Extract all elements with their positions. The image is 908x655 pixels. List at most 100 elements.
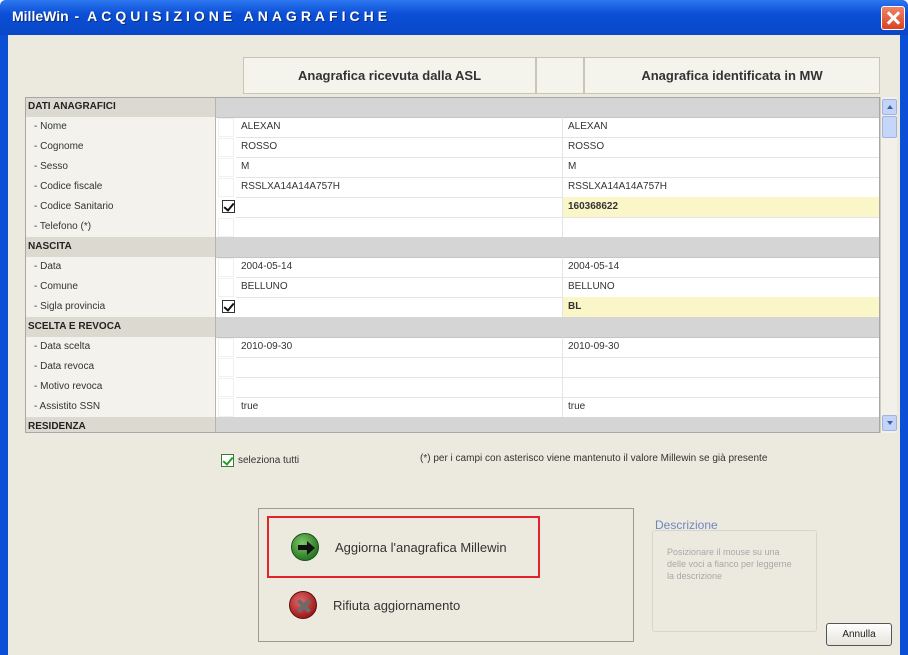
field-label: - Sesso	[26, 157, 216, 178]
field-label: - Motivo revoca	[26, 377, 216, 398]
refuse-label: Rifiuta aggiornamento	[333, 597, 461, 613]
table-row: - Codice fiscale RSSLXA14A14A757H RSSLXA14…	[26, 177, 879, 198]
field-label: - Comune	[26, 277, 216, 298]
mw-value	[563, 217, 879, 238]
mw-value: true	[563, 397, 879, 418]
row-checkbox[interactable]	[218, 158, 234, 177]
field-label: - Data revoca	[26, 357, 216, 378]
asl-value	[236, 377, 563, 398]
mw-value: BELLUNO	[563, 277, 879, 298]
row-checkbox[interactable]	[218, 178, 234, 197]
asl-value: M	[236, 157, 563, 178]
grid-scrollbar[interactable]	[880, 97, 897, 433]
row-checkbox[interactable]	[218, 358, 234, 377]
section-band	[216, 237, 879, 258]
mw-value: ROSSO	[563, 137, 879, 158]
asl-value: 2010-09-30	[236, 337, 563, 358]
table-row: - Sesso M M	[26, 157, 879, 178]
row-checkbox[interactable]	[218, 118, 234, 137]
table-row: - Telefono (*)	[26, 217, 879, 238]
scroll-thumb[interactable]	[882, 116, 897, 138]
header-mw: Anagrafica identificata in MW	[584, 57, 880, 94]
field-label: - Cognome	[26, 137, 216, 158]
select-all-checkbox[interactable]	[221, 454, 234, 467]
section-label: SCELTA E REVOCA	[26, 317, 216, 338]
section-label: RESIDENZA	[26, 417, 216, 432]
field-label: - Codice fiscale	[26, 177, 216, 198]
mw-value: 160368622	[563, 197, 879, 218]
table-row: - Assistito SSN true true	[26, 397, 879, 418]
table-row: - Data 2004-05-14 2004-05-14	[26, 257, 879, 278]
refuse-update-button[interactable]: Rifiuta aggiornamento	[269, 588, 529, 622]
row-checkbox[interactable]	[218, 278, 234, 297]
title-separator: -	[68, 8, 88, 24]
row-checkbox[interactable]	[218, 338, 234, 357]
field-label: - Data scelta	[26, 337, 216, 358]
table-row: - Sigla provincia BL	[26, 297, 879, 318]
row-checkbox[interactable]	[218, 218, 234, 237]
section-band	[216, 417, 879, 432]
mw-value: 2004-05-14	[563, 257, 879, 278]
select-all-label: seleziona tutti	[238, 455, 300, 466]
section-band	[216, 98, 879, 118]
table-row: - Codice Sanitario 160368622	[26, 197, 879, 218]
header-spacer	[536, 57, 584, 94]
row-checkbox[interactable]	[218, 398, 234, 417]
asl-value	[236, 197, 563, 218]
field-label: - Telefono (*)	[26, 217, 216, 238]
section-row: DATI ANAGRAFICI	[26, 98, 879, 118]
mw-value: M	[563, 157, 879, 178]
asterisk-note: (*) per i campi con asterisco viene mant…	[420, 453, 768, 464]
field-label: - Data	[26, 257, 216, 278]
description-title: Descrizione	[655, 518, 718, 532]
row-checkbox[interactable]	[218, 378, 234, 397]
row-checkbox[interactable]	[222, 200, 235, 213]
table-row: - Nome ALEXAN ALEXAN	[26, 117, 879, 138]
scroll-up-icon[interactable]	[882, 99, 897, 115]
header-asl: Anagrafica ricevuta dalla ASL	[243, 57, 536, 94]
asl-value: BELLUNO	[236, 277, 563, 298]
table-row: - Data revoca	[26, 357, 879, 378]
cancel-x-icon	[289, 591, 317, 619]
section-row: SCELTA E REVOCA	[26, 317, 879, 338]
update-label: Aggiorna l'anagrafica Millewin	[335, 539, 507, 555]
section-row: RESIDENZA	[26, 417, 879, 432]
field-label: - Codice Sanitario	[26, 197, 216, 218]
asl-value	[236, 217, 563, 238]
mw-value: RSSLXA14A14A757H	[563, 177, 879, 198]
mw-value	[563, 357, 879, 378]
mw-value: ALEXAN	[563, 117, 879, 138]
description-text: Posizionare il mouse su una delle voci a…	[667, 547, 792, 581]
table-row: - Cognome ROSSO ROSSO	[26, 137, 879, 158]
window-title: MilleWin - ACQUISIZIONE ANAGRAFICHE	[12, 8, 391, 24]
asl-value	[236, 297, 563, 318]
section-band	[216, 317, 879, 338]
table-row: - Comune BELLUNO BELLUNO	[26, 277, 879, 298]
row-checkbox[interactable]	[218, 138, 234, 157]
row-checkbox[interactable]	[218, 258, 234, 277]
title-bar[interactable]: MilleWin - ACQUISIZIONE ANAGRAFICHE	[0, 0, 908, 35]
mw-value: 2010-09-30	[563, 337, 879, 358]
mw-value	[563, 377, 879, 398]
update-anagrafica-button[interactable]: Aggiorna l'anagrafica Millewin	[267, 516, 540, 578]
asl-value: ALEXAN	[236, 117, 563, 138]
asl-value: ROSSO	[236, 137, 563, 158]
row-checkbox[interactable]	[222, 300, 235, 313]
arrow-right-icon	[291, 533, 319, 561]
scroll-down-icon[interactable]	[882, 415, 897, 431]
field-label: - Sigla provincia	[26, 297, 216, 318]
mw-value: BL	[563, 297, 879, 318]
title-text: ACQUISIZIONE ANAGRAFICHE	[87, 8, 392, 24]
asl-value: true	[236, 397, 563, 418]
section-label: DATI ANAGRAFICI	[26, 98, 216, 118]
asl-value: 2004-05-14	[236, 257, 563, 278]
field-label: - Nome	[26, 117, 216, 138]
table-row: - Data scelta 2010-09-30 2010-09-30	[26, 337, 879, 358]
close-icon[interactable]	[881, 6, 905, 30]
cancel-button[interactable]: Annulla	[826, 623, 892, 646]
table-row: - Motivo revoca	[26, 377, 879, 398]
section-row: NASCITA	[26, 237, 879, 258]
section-label: NASCITA	[26, 237, 216, 258]
asl-value	[236, 357, 563, 378]
anagrafica-grid: DATI ANAGRAFICI - Nome ALEXAN ALEXAN - Cog…	[25, 97, 880, 433]
